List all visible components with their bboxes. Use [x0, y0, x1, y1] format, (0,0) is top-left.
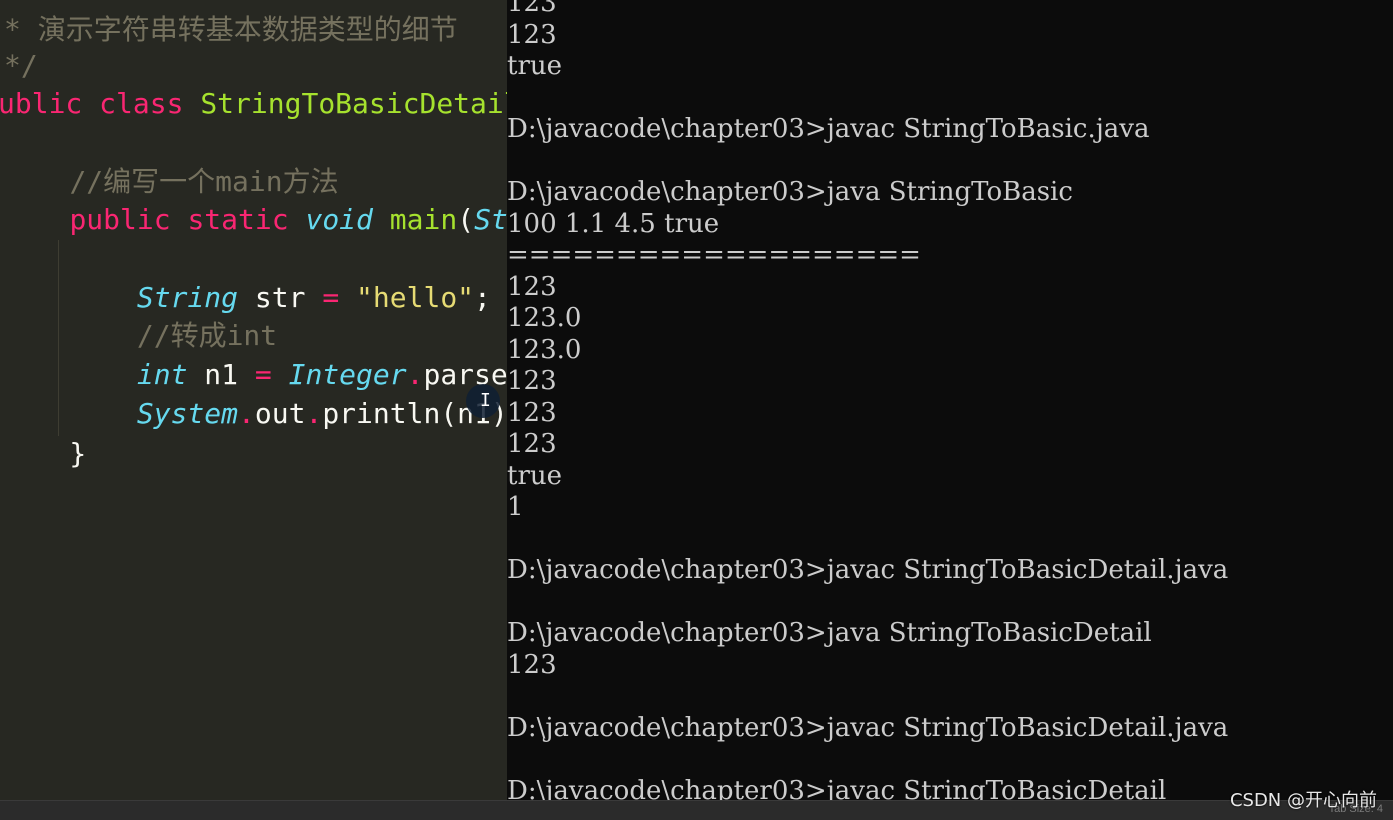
terminal-pane[interactable]: 123 123 true D:\javacode\chapter03>javac St…	[507, 0, 1393, 806]
terminal-line: 123.0	[507, 303, 582, 333]
terminal-line: 123	[507, 398, 557, 428]
code-line: * 演示字符串转基本数据类型的细节	[4, 12, 458, 48]
code-line: ublic class StringToBasicDetail {	[0, 86, 507, 122]
code-token: String	[136, 281, 239, 314]
code-line: public static void main(String	[2, 202, 507, 238]
code-line: //转成int	[2, 318, 277, 354]
code-token: void	[305, 203, 390, 236]
code-token: //转成int	[136, 319, 278, 352]
code-token: =	[322, 281, 340, 314]
code-token: .	[238, 397, 255, 430]
code-line: System.out.println(n1);	[2, 396, 507, 432]
terminal-line: D:\javacode\chapter03>javac StringToBasi…	[507, 713, 1229, 743]
code-line: //编写一个main方法	[2, 164, 339, 200]
code-token: "hello"	[356, 281, 475, 314]
code-line: int n1 = Integer.parseInt(str);	[2, 357, 507, 393]
code-token: parseInt(str);	[423, 358, 507, 391]
code-token: public	[69, 203, 188, 236]
code-token: out	[254, 397, 306, 430]
code-token: static	[187, 203, 306, 236]
code-token: .	[406, 358, 424, 391]
terminal-line: D:\javacode\chapter03>javac StringToBasi…	[507, 555, 1229, 585]
code-token: .	[305, 397, 323, 430]
code-token: StringToBasicDetail {	[200, 87, 507, 120]
terminal-line: 1	[507, 492, 524, 522]
code-token: ublic	[0, 87, 100, 120]
code-token: n1	[187, 358, 255, 391]
status-bar: Tab Size: 4	[0, 800, 1393, 820]
terminal-line: D:\javacode\chapter03>java StringToBasic…	[507, 618, 1152, 648]
screen: * 演示字符串转基本数据类型的细节 */ ublic class StringToB…	[0, 0, 1393, 820]
code-token: */	[4, 49, 38, 82]
terminal-line: 123	[507, 0, 557, 18]
terminal-line: D:\javacode\chapter03>java StringToBasic	[507, 177, 1073, 207]
code-line: String str = "hello";	[2, 280, 491, 316]
code-line: */	[4, 48, 38, 84]
code-token: System	[136, 397, 239, 430]
code-token: ;	[474, 281, 491, 314]
code-editor-pane[interactable]: * 演示字符串转基本数据类型的细节 */ ublic class StringToB…	[0, 0, 507, 800]
terminal-line: 100 1.1 4.5 true	[507, 209, 720, 239]
code-token: class	[99, 87, 201, 120]
code-line: }	[2, 436, 86, 472]
terminal-line: 123.0	[507, 335, 582, 365]
code-token: (	[457, 203, 475, 236]
terminal-line: 123	[507, 650, 557, 680]
code-token: Integer	[288, 358, 407, 391]
watermark: CSDN @开心向前	[1229, 790, 1377, 811]
code-token: str	[238, 281, 323, 314]
code-token: =	[254, 358, 272, 391]
terminal-line: 123	[507, 366, 557, 396]
code-token: * 演示字符串转基本数据类型的细节	[4, 13, 458, 46]
terminal-line: D:\javacode\chapter03>javac StringToBasi…	[507, 114, 1150, 144]
terminal-line: 123	[507, 20, 557, 50]
terminal-line: true	[507, 51, 563, 81]
terminal-line: 123	[507, 429, 557, 459]
terminal-line: 123	[507, 272, 557, 302]
code-token: String	[474, 203, 507, 236]
code-token: main	[389, 203, 458, 236]
terminal-line: true	[507, 461, 563, 491]
terminal-line: ===================	[507, 240, 921, 270]
text-cursor-icon: I	[480, 390, 491, 411]
code-token: int	[136, 358, 188, 391]
code-token: }	[2, 437, 87, 470]
code-token: //编写一个main方法	[69, 165, 339, 198]
